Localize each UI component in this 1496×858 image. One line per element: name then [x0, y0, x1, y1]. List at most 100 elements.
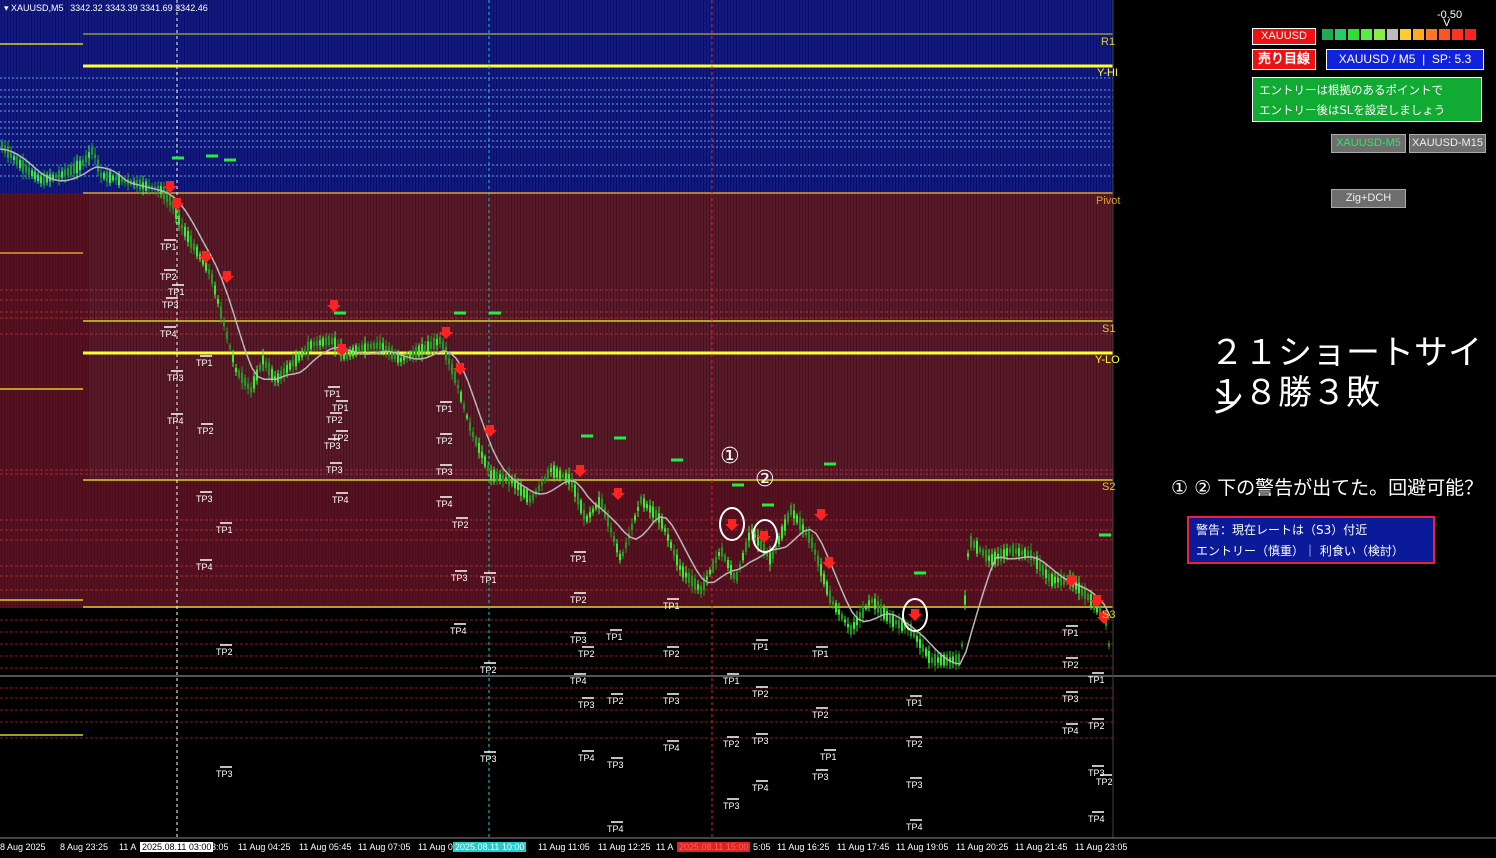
- candle-body: [697, 584, 699, 590]
- candle-body: [37, 174, 39, 181]
- candle-body: [1087, 593, 1089, 601]
- candle-body: [304, 349, 306, 353]
- candle-body: [268, 363, 270, 376]
- candle-body: [847, 623, 849, 628]
- candle-body: [28, 167, 30, 175]
- candle-body: [700, 586, 702, 594]
- candle-body: [991, 554, 993, 565]
- candle-body: [115, 177, 117, 181]
- candle-body: [307, 341, 309, 355]
- candle-body: [640, 496, 642, 504]
- tp-label: TP1: [820, 752, 837, 762]
- strength-meter: [1322, 29, 1476, 40]
- candle-body: [769, 552, 771, 565]
- candle-body: [76, 160, 78, 174]
- candle-body: [283, 368, 285, 376]
- candle-body: [841, 613, 843, 620]
- tp-label: TP1: [216, 525, 233, 535]
- tp-label: TP3: [326, 465, 343, 475]
- candle-body: [643, 498, 645, 508]
- candle-body: [622, 551, 624, 557]
- tp-label: TP3: [167, 373, 184, 383]
- candle-body: [838, 609, 840, 615]
- time-axis-tick: 11 Aug 16:25: [777, 842, 830, 852]
- candle-body: [610, 527, 612, 533]
- candle-body: [1030, 549, 1032, 561]
- candle-body: [331, 337, 333, 345]
- tp-label: TP2: [197, 426, 214, 436]
- candle-body: [16, 156, 18, 166]
- candle-body: [820, 564, 822, 576]
- candle-body: [967, 553, 969, 557]
- tp-label: TP4: [167, 416, 184, 426]
- candle-body: [184, 226, 186, 237]
- candle-body: [382, 343, 384, 350]
- tp-label: TP3: [812, 772, 829, 782]
- time-axis-tick: 11 Aug 04:25: [238, 842, 291, 852]
- time-axis-tick: 3:05: [211, 842, 229, 852]
- time-axis-tick: 8 Aug 2025: [0, 842, 46, 852]
- time-axis-tick: 8 Aug 23:25: [60, 842, 109, 852]
- candle-body: [790, 505, 792, 515]
- candle-body: [367, 343, 369, 351]
- candle-body: [835, 602, 837, 613]
- candle-body: [364, 343, 366, 352]
- entry-note-line1: エントリーは根拠のあるポイントで: [1259, 83, 1443, 97]
- candle-body: [112, 175, 114, 181]
- candle-body: [445, 346, 447, 360]
- candle-body: [457, 385, 459, 389]
- candle-body: [691, 575, 693, 587]
- candle-body: [232, 354, 234, 363]
- candle-body: [799, 517, 801, 530]
- candle-body: [469, 422, 471, 431]
- zig-dch-button[interactable]: Zig+DCH: [1331, 189, 1406, 208]
- candle-body: [778, 535, 780, 545]
- candle-body: [961, 643, 963, 647]
- price-chart[interactable]: TP1 TP2 TP1 TP3 TP4 TP1 TP3 TP4 TP2 TP3 TP1 TP4 TP2 T…: [0, 0, 1496, 858]
- candle-body: [229, 345, 231, 349]
- candle-body: [220, 306, 222, 319]
- candle-body: [1084, 589, 1086, 599]
- tp-label: TP2: [326, 415, 343, 425]
- chart-menu-icon[interactable]: ▾: [4, 3, 9, 13]
- candle-body: [973, 541, 975, 548]
- symbol-m5-button[interactable]: XAUUSD-M5: [1331, 134, 1406, 153]
- candle-body: [901, 619, 903, 632]
- tp-label: TP1: [436, 404, 453, 414]
- candle-body: [721, 547, 723, 557]
- candle-body: [706, 576, 708, 580]
- candle-body: [964, 595, 966, 605]
- candle-body: [865, 605, 867, 610]
- candle-body: [181, 224, 183, 229]
- marker-label-1: ①: [720, 444, 740, 469]
- tp-label: TP3: [752, 736, 769, 746]
- candle-body: [34, 171, 36, 180]
- candle-body: [565, 472, 567, 483]
- tp-label: TP3: [324, 441, 341, 451]
- candle-body: [427, 341, 429, 352]
- candle-body: [82, 159, 84, 166]
- candle-body: [97, 159, 99, 172]
- tp-label: TP2: [452, 520, 469, 530]
- symbol-m15-button[interactable]: XAUUSD-M15: [1409, 134, 1486, 153]
- candle-body: [442, 341, 444, 350]
- candle-body: [682, 566, 684, 578]
- candle-body: [874, 598, 876, 610]
- candle-body: [736, 572, 738, 582]
- candle-body: [208, 269, 210, 275]
- tp-label: TP1: [752, 642, 769, 652]
- tp-label: TP4: [1088, 814, 1105, 824]
- candle-body: [103, 172, 105, 179]
- candle-body: [226, 331, 228, 339]
- candle-body: [730, 565, 732, 575]
- candle-body: [379, 341, 381, 350]
- candle-body: [547, 470, 549, 479]
- candle-body: [760, 540, 762, 550]
- candle-body: [178, 215, 180, 225]
- candle-body: [724, 555, 726, 561]
- level-label-s3: S3: [1102, 609, 1116, 621]
- candle-body: [460, 391, 462, 402]
- candle-body: [22, 160, 24, 173]
- candle-body: [262, 355, 264, 365]
- candle-body: [490, 470, 492, 480]
